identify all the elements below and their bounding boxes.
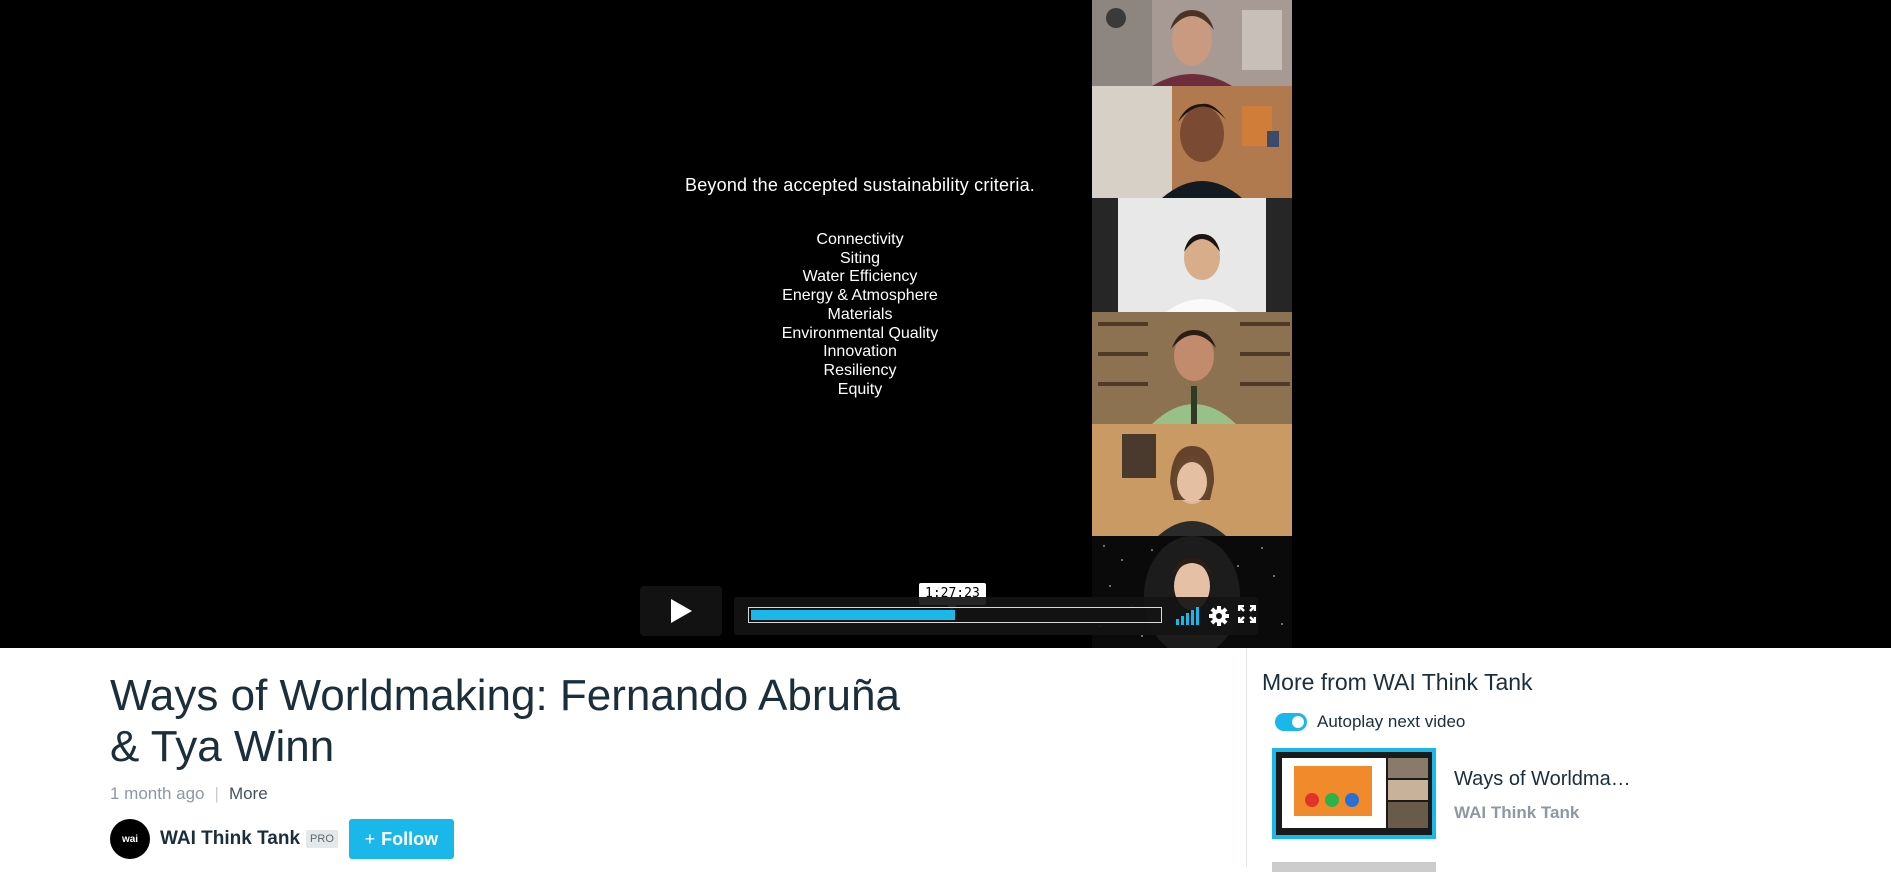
- criteria-item: Environmental Quality: [781, 324, 939, 342]
- participant-video-tile: [1092, 86, 1292, 198]
- fullscreen-icon[interactable]: [1237, 604, 1260, 627]
- video-player[interactable]: Beyond the accepted sustainability crite…: [0, 0, 1891, 648]
- progress-played: [751, 610, 955, 620]
- player-control-bar: [734, 597, 1258, 635]
- follow-button[interactable]: + Follow: [348, 819, 454, 859]
- volume-icon[interactable]: [1174, 605, 1199, 627]
- criteria-item: Equity: [837, 380, 883, 398]
- criteria-item: Connectivity: [816, 231, 904, 248]
- avatar-logo-text: wai: [121, 833, 139, 845]
- related-video-title[interactable]: Ways of Worldma…: [1454, 768, 1631, 791]
- participant-video-tile: [1092, 424, 1292, 536]
- criteria-item: Resiliency: [823, 361, 897, 379]
- video-title: Ways of Worldmaking: Fernando Abruña & T…: [110, 670, 990, 772]
- participant-video-tile: [1092, 312, 1292, 424]
- posted-date: 1 month ago: [110, 784, 205, 803]
- video-title-line: Ways of Worldmaking: Fernando Abruña: [110, 671, 900, 720]
- video-meta: 1 month ago | More: [110, 784, 268, 804]
- video-title-line: & Tya Winn: [110, 722, 335, 771]
- criteria-item: Innovation: [823, 343, 897, 361]
- related-video-item[interactable]: Ways of Worldma… WAI Think Tank: [1272, 748, 1692, 840]
- plus-icon: +: [364, 828, 376, 849]
- play-button[interactable]: [640, 586, 722, 636]
- meta-separator: |: [214, 784, 219, 803]
- participant-video-tile: [1092, 0, 1292, 86]
- related-video-owner[interactable]: WAI Think Tank: [1454, 803, 1579, 823]
- participant-video-strip: [1092, 0, 1292, 648]
- autoplay-toggle[interactable]: [1275, 713, 1307, 731]
- owner-name-link[interactable]: WAI Think Tank: [160, 828, 300, 850]
- autoplay-label: Autoplay next video: [1317, 712, 1466, 731]
- slide-heading: Beyond the accepted sustainability crite…: [685, 175, 1035, 195]
- sidebar-title: More from WAI Think Tank: [1262, 669, 1533, 695]
- criteria-item: Materials: [827, 305, 893, 323]
- follow-label: Follow: [381, 828, 439, 849]
- progress-bar[interactable]: [748, 607, 1162, 623]
- pro-badge: PRO: [306, 830, 338, 848]
- criteria-item: Siting: [839, 249, 881, 267]
- related-sidebar: More from WAI Think Tank Autoplay next v…: [1246, 648, 1891, 872]
- criteria-item: Water Efficiency: [802, 268, 918, 286]
- criteria-list: Connectivity Siting Water Efficiency Ene…: [560, 231, 1160, 399]
- related-video-thumbnail-next[interactable]: [1272, 862, 1436, 872]
- settings-gear-icon[interactable]: [1208, 605, 1230, 627]
- participant-video-tile: [1092, 198, 1292, 312]
- more-link[interactable]: More: [229, 784, 268, 804]
- play-icon: [671, 599, 692, 623]
- related-video-thumbnail: [1272, 748, 1436, 839]
- owner-row: wai WAI Think Tank PRO + Follow: [110, 818, 454, 860]
- autoplay-row: Autoplay next video: [1275, 712, 1465, 732]
- criteria-item: Energy & Atmosphere: [782, 287, 938, 305]
- avatar[interactable]: wai: [110, 819, 150, 859]
